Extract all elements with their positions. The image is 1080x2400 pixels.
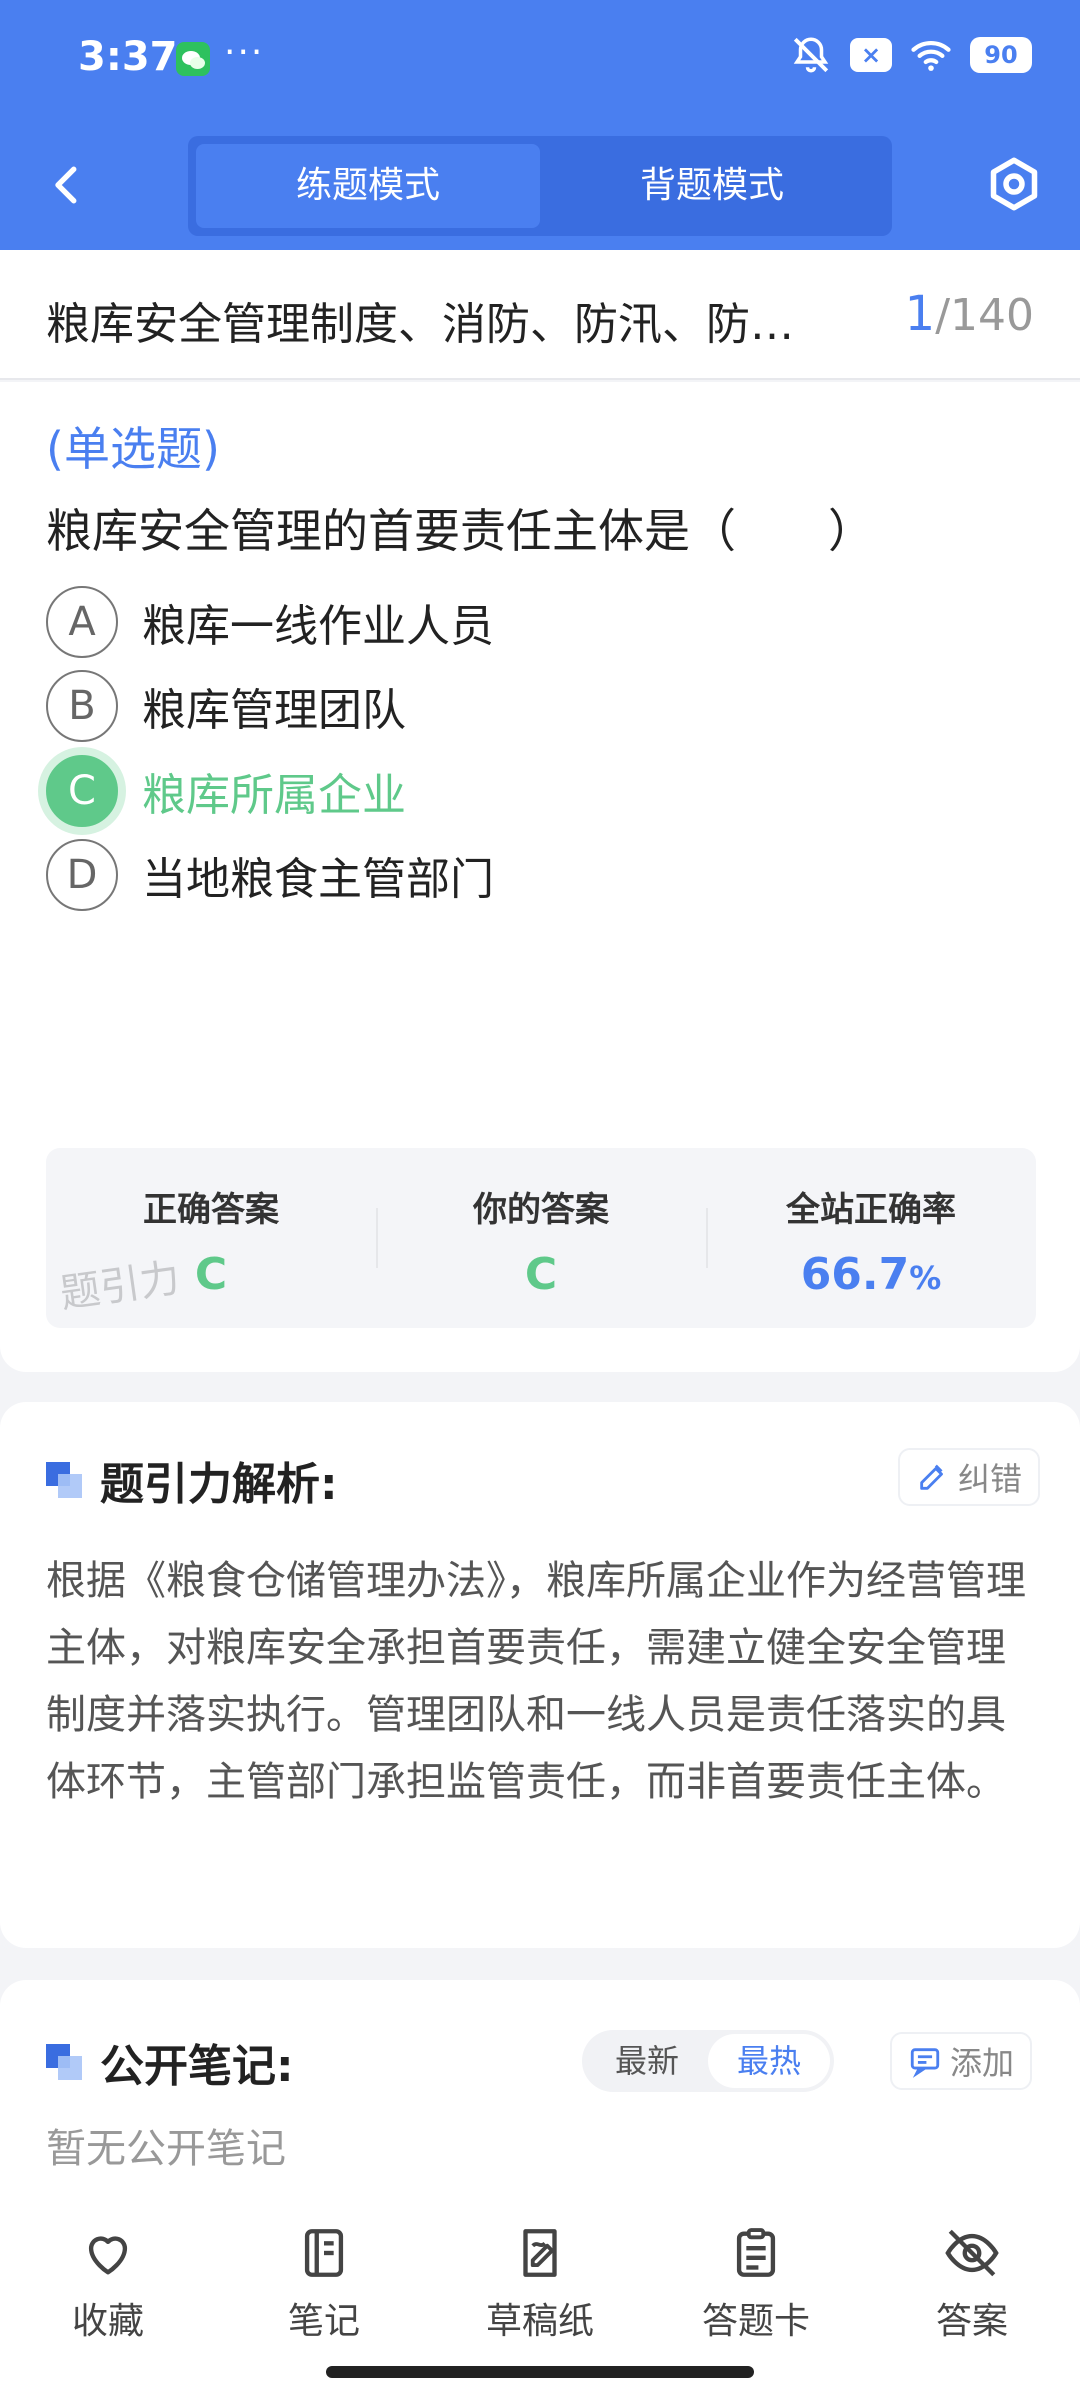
favorite-label: 收藏 xyxy=(71,2301,144,2342)
option-letter: A xyxy=(46,586,118,658)
toggle-answer-button[interactable]: 答案 xyxy=(864,2210,1080,2400)
site-accuracy-label: 全站正确率 xyxy=(786,1190,956,1230)
question-text: 粮库安全管理的首要责任主体是（ ） xyxy=(46,504,874,558)
status-time: 3:37 xyxy=(78,34,178,80)
option-text: 粮库一线作业人员 xyxy=(142,601,494,652)
status-icons: × 90 xyxy=(790,34,1032,76)
answer-card-icon xyxy=(736,2228,776,2277)
home-indicator[interactable] xyxy=(326,2366,754,2378)
analysis-text: 根据《粮食仓储管理办法》，粮库所属企业作为经营管理主体，对粮库安全承担首要责任，… xyxy=(46,1558,1026,1805)
option-c[interactable]: C 粮库所属企业 xyxy=(46,751,1036,831)
app-header: 3:37 ··· × 90 练题模式 背题模式 xyxy=(0,0,1080,250)
option-text: 当地粮食主管部门 xyxy=(142,854,494,905)
site-accuracy-value: 66.7% xyxy=(800,1249,942,1300)
report-error-button[interactable]: 纠错 xyxy=(898,1448,1041,1506)
notes-sort-toggle: 最新 最热 xyxy=(582,2030,834,2092)
add-note-button[interactable]: 添加 xyxy=(890,2032,1033,2090)
question-type: (单选题) xyxy=(46,422,220,476)
toggle-answer-label: 答案 xyxy=(935,2301,1008,2342)
question-stem: (单选题) 粮库安全管理的首要责任主体是（ ） xyxy=(46,408,1036,572)
question-card: (单选题) 粮库安全管理的首要责任主体是（ ） A 粮库一线作业人员 B 粮库管理… xyxy=(0,382,1080,1372)
analysis-title: 题引力解析: xyxy=(46,1448,338,1512)
answer-summary: 正确答案 C 你的答案 C 全站正确率 66.7% xyxy=(46,1148,1036,1328)
question-progress[interactable]: 1/140 xyxy=(905,286,1034,342)
option-letter: C xyxy=(46,755,118,827)
comment-icon xyxy=(910,2048,940,2078)
notes-label: 笔记 xyxy=(287,2301,360,2342)
analysis-card: 题引力解析: 纠错 根据《粮食仓储管理办法》，粮库所属企业作为经营管理主体，对粮… xyxy=(0,1402,1080,1948)
sort-newest[interactable]: 最新 xyxy=(586,2034,708,2088)
your-answer-label: 你的答案 xyxy=(473,1190,609,1230)
back-icon[interactable] xyxy=(40,158,94,212)
favorite-button[interactable]: 收藏 xyxy=(0,2210,216,2400)
draft-label: 草稿纸 xyxy=(485,2301,594,2342)
mute-bell-icon xyxy=(793,37,829,73)
tab-practice-mode[interactable]: 练题模式 xyxy=(196,144,540,228)
site-accuracy: 全站正确率 66.7% xyxy=(706,1148,1036,1328)
battery-icon: 90 xyxy=(970,37,1032,73)
section-square-icon xyxy=(46,2044,82,2080)
notes-title: 公开笔记: xyxy=(46,2030,294,2094)
tab-memorize-mode[interactable]: 背题模式 xyxy=(540,144,884,228)
status-bar: 3:37 ··· × 90 xyxy=(0,0,1080,120)
question-header: 粮库安全管理制度、消防、防汛、防… 1/140 xyxy=(0,250,1080,380)
chapter-title: 粮库安全管理制度、消防、防汛、防… xyxy=(46,299,794,350)
heart-icon xyxy=(88,2236,128,2275)
edit-icon xyxy=(920,1464,943,1490)
close-badge-icon: × xyxy=(850,38,892,72)
empty-notes-text: 暂无公开笔记 xyxy=(46,2126,286,2172)
settings-icon[interactable] xyxy=(984,154,1044,214)
more-notifications-icon: ··· xyxy=(224,32,265,73)
current-question-number: 1 xyxy=(904,286,936,342)
correct-answer-label: 正确答案 xyxy=(143,1190,279,1230)
sort-hottest[interactable]: 最热 xyxy=(708,2034,830,2088)
total-questions: /140 xyxy=(935,290,1034,341)
wechat-icon xyxy=(176,42,210,76)
option-d[interactable]: D 当地粮食主管部门 xyxy=(46,835,1036,915)
option-text: 粮库管理团队 xyxy=(142,685,406,736)
answer-card-label: 答题卡 xyxy=(701,2301,810,2342)
eye-off-icon xyxy=(945,2229,999,2277)
your-answer-value: C xyxy=(524,1249,558,1300)
option-text: 粮库所属企业 xyxy=(142,770,406,821)
section-square-icon xyxy=(46,1462,82,1498)
wifi-icon xyxy=(911,41,951,71)
mode-switch: 练题模式 背题模式 xyxy=(188,136,892,236)
option-b[interactable]: B 粮库管理团队 xyxy=(46,666,1036,746)
option-letter: D xyxy=(46,839,118,911)
your-answer: 你的答案 C xyxy=(376,1148,706,1328)
top-nav: 练题模式 背题模式 xyxy=(0,130,1080,240)
notebook-icon xyxy=(304,2229,344,2277)
option-a[interactable]: A 粮库一线作业人员 xyxy=(46,582,1036,662)
draft-icon xyxy=(523,2229,557,2277)
option-letter: B xyxy=(46,670,118,742)
